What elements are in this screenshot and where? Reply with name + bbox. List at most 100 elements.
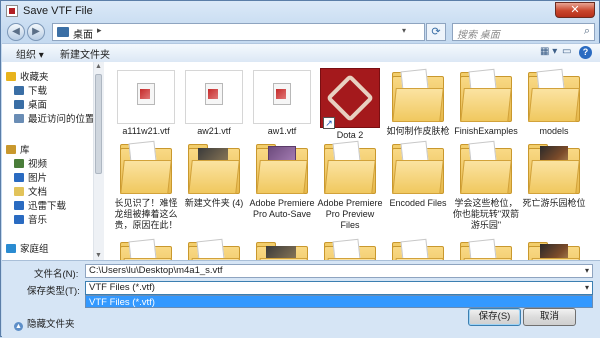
view-options-icon[interactable]: ▦ ▾	[540, 46, 557, 57]
vtf-file-icon	[253, 70, 311, 124]
file-name: 长见识了！难怪龙组被捧着这么贵，原因在此！	[114, 198, 178, 230]
folder-item-skin-gun[interactable]: 如何制作皮肤枪	[384, 66, 452, 137]
file-name: aw1.vtf	[267, 126, 297, 136]
folder-icon	[324, 140, 376, 196]
sidebar-item-pictures[interactable]: 图片	[14, 170, 47, 184]
scroll-down-icon[interactable]: ▼	[95, 252, 102, 259]
breadcrumb-arrow-icon[interactable]: ▸	[97, 25, 102, 36]
filename-dropdown-icon[interactable]: ▾	[585, 265, 589, 277]
folder-icon	[528, 142, 580, 196]
video-icon	[14, 159, 24, 168]
folder-item-premiere-autosave[interactable]: Adobe Premiere Pro Auto-Save	[248, 138, 316, 220]
sidebar-item-homegroup[interactable]: 家庭组	[6, 241, 49, 255]
hide-folders-label: 隐藏文件夹	[27, 319, 75, 330]
sidebar-item-desktop[interactable]: 桌面	[14, 97, 47, 111]
sidebar-item-label: 库	[20, 145, 30, 156]
folder-icon	[120, 140, 172, 196]
folder-icon	[392, 238, 444, 260]
documents-icon	[14, 187, 24, 196]
organize-button[interactable]: 组织 ▾	[16, 46, 44, 61]
folder-item-partial[interactable]	[452, 236, 520, 260]
file-name: 新建文件夹 (4)	[184, 198, 244, 208]
folder-item-dragon-article[interactable]: 长见识了！难怪龙组被捧着这么贵，原因在此！	[112, 138, 180, 231]
save-type-select[interactable]: VTF Files (*.vtf) ▾	[85, 281, 593, 295]
filename-value: C:\Users\lu\Desktop\m4a1_s.vtf	[89, 265, 223, 276]
sidebar-item-label: 家庭组	[20, 244, 49, 255]
folder-item-partial[interactable]	[112, 236, 180, 260]
filename-input[interactable]: C:\Users\lu\Desktop\m4a1_s.vtf ▾	[85, 264, 593, 278]
folder-item-partial[interactable]	[520, 236, 588, 260]
search-icon: ⌕	[583, 25, 590, 37]
folder-item-partial[interactable]	[384, 236, 452, 260]
toolbar: 组织 ▾ 新建文件夹 ▦ ▾ ▭ ?	[2, 43, 600, 63]
folder-icon	[460, 140, 512, 196]
save-type-label: 保存类型(T):	[27, 286, 80, 297]
sidebar-item-favorites[interactable]: 收藏夹	[6, 69, 49, 83]
address-bar[interactable]: 桌面 ▸ ▾	[52, 23, 425, 41]
folder-icon	[188, 142, 240, 196]
hide-folders-toggle[interactable]: ▲ 隐藏文件夹	[14, 316, 75, 331]
file-name: 学会这些枪位，你也能玩转"双箭游乐园"	[452, 198, 520, 230]
address-dropdown-icon[interactable]: ▾	[402, 26, 406, 35]
collapse-icon: ▲	[14, 322, 23, 331]
folder-item-gun-positions[interactable]: 学会这些枪位，你也能玩转"双箭游乐园"	[452, 138, 520, 231]
sidebar-item-recent[interactable]: 最近访问的位置	[14, 111, 95, 125]
sidebar-item-downloads[interactable]: 下载	[14, 83, 47, 97]
sidebar-item-label: 桌面	[28, 100, 48, 111]
sidebar-item-videos[interactable]: 视频	[14, 156, 47, 170]
window-title: Save VTF File	[23, 5, 93, 17]
help-icon[interactable]: ?	[579, 46, 592, 59]
folder-icon	[460, 68, 512, 124]
sidebar-item-libraries[interactable]: 库	[6, 142, 30, 156]
save-button[interactable]: 保存(S)	[468, 308, 521, 326]
forward-button[interactable]: ▶	[27, 23, 45, 41]
folder-item-finishexamples[interactable]: FinishExamples	[452, 66, 520, 137]
save-type-dropdown-icon[interactable]: ▾	[585, 282, 589, 294]
scroll-up-icon[interactable]: ▲	[95, 63, 102, 70]
shortcut-arrow-icon: ↗	[323, 117, 335, 129]
app-icon	[6, 5, 18, 17]
sidebar-item-label: 音乐	[28, 215, 48, 226]
folder-item-premiere-preview[interactable]: Adobe Premiere Pro Preview Files	[316, 138, 384, 231]
scrollbar-thumb[interactable]	[95, 74, 102, 174]
file-item-aw21[interactable]: aw21.vtf	[180, 66, 248, 137]
sidebar-item-thunder-downloads[interactable]: 迅雷下载	[14, 198, 66, 212]
main-content: 收藏夹 下载 桌面 最近访问的位置 库 视频 图片 文档 迅雷下载 音乐 家庭组…	[2, 62, 600, 260]
cancel-button[interactable]: 取消	[523, 308, 576, 326]
thunder-download-icon	[14, 201, 24, 210]
refresh-button[interactable]: ⟳	[426, 23, 446, 41]
filename-label: 文件名(N):	[34, 269, 79, 280]
sidebar-scrollbar[interactable]: ▲ ▼	[93, 62, 104, 260]
folder-icon	[256, 142, 308, 196]
sidebar-item-music[interactable]: 音乐	[14, 212, 47, 226]
file-item-dota2[interactable]: ↗ Dota 2	[316, 66, 384, 141]
search-input[interactable]: 搜索 桌面 ⌕	[452, 23, 595, 41]
folder-item-new-folder-4[interactable]: 新建文件夹 (4)	[180, 138, 248, 209]
file-item-a111w21[interactable]: a111w21.vtf	[112, 66, 180, 137]
back-button[interactable]: ◀	[7, 23, 25, 41]
folder-item-partial[interactable]	[316, 236, 384, 260]
sidebar-item-documents[interactable]: 文档	[14, 184, 47, 198]
close-button[interactable]: ✕	[555, 2, 595, 18]
file-name: Adobe Premiere Pro Preview Files	[317, 198, 383, 230]
new-folder-button[interactable]: 新建文件夹	[60, 46, 110, 61]
preview-pane-icon[interactable]: ▭	[562, 46, 571, 57]
folder-item-encoded-files[interactable]: Encoded Files	[384, 138, 452, 209]
file-grid: a111w21.vtf aw21.vtf aw1.vtf ↗ Dota 2 如何…	[105, 62, 600, 260]
breadcrumb-desktop[interactable]: 桌面	[73, 26, 93, 41]
file-item-aw1[interactable]: aw1.vtf	[248, 66, 316, 137]
folder-item-partial[interactable]	[180, 236, 248, 260]
save-type-option-vtf[interactable]: VTF Files (*.vtf)	[85, 295, 593, 308]
sidebar-item-label: 图片	[28, 173, 48, 184]
file-name: Encoded Files	[389, 198, 447, 208]
sidebar-item-label: 收藏夹	[20, 72, 49, 83]
file-name: 死亡游乐园枪位	[522, 198, 586, 208]
navigation-pane: 收藏夹 下载 桌面 最近访问的位置 库 视频 图片 文档 迅雷下载 音乐 家庭组	[2, 62, 95, 260]
folder-item-death-park[interactable]: 死亡游乐园枪位	[520, 138, 588, 209]
folder-item-partial[interactable]	[248, 236, 316, 260]
desktop-folder-icon	[57, 27, 69, 37]
file-name: a111w21.vtf	[122, 126, 170, 136]
folder-icon	[460, 238, 512, 260]
sidebar-item-label: 最近访问的位置	[28, 114, 95, 125]
folder-item-models[interactable]: models	[520, 66, 588, 137]
